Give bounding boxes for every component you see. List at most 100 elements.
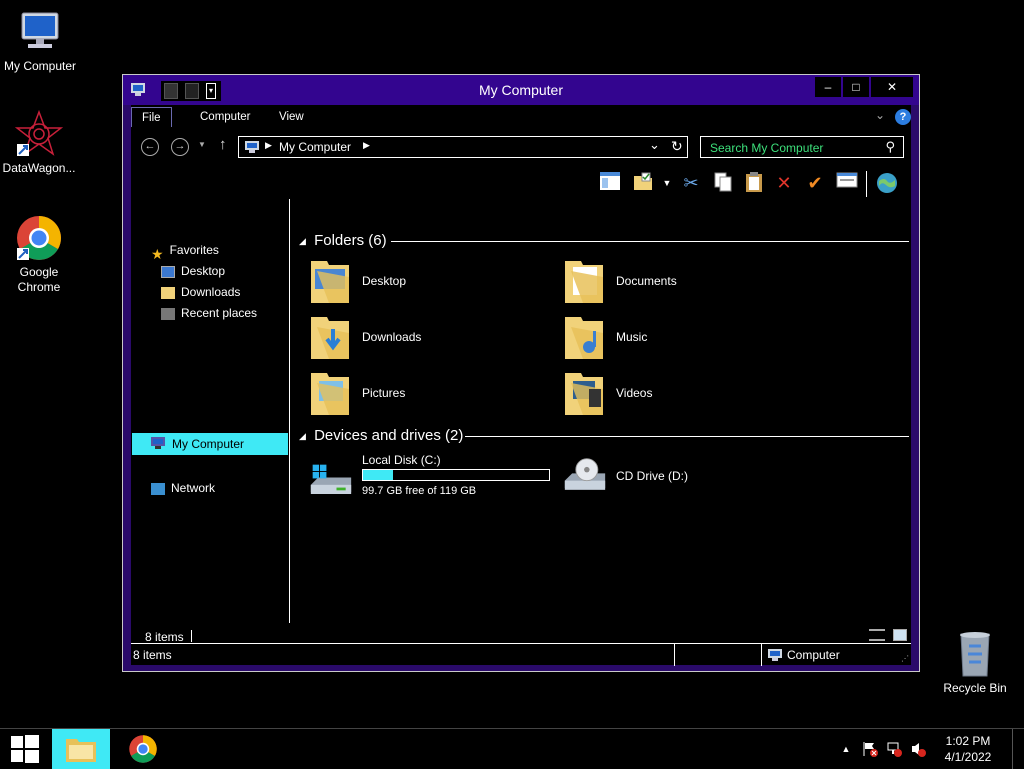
file-explorer-icon: [66, 739, 96, 762]
address-crumb[interactable]: My Computer: [279, 140, 351, 154]
folder-name: Pictures: [362, 386, 406, 400]
recent-locations-dropdown[interactable]: ▼: [198, 140, 206, 149]
forward-button[interactable]: →: [171, 138, 189, 156]
music-folder-icon: [565, 317, 603, 359]
clock-time: 1:02 PM: [945, 734, 991, 748]
status-divider: [761, 644, 762, 666]
desktop-icon-my-computer[interactable]: My Computer: [0, 8, 80, 74]
chrome-icon: [15, 214, 63, 262]
up-button[interactable]: ↑: [219, 136, 227, 153]
address-dropdown-icon[interactable]: ⌄: [649, 137, 660, 153]
drive-item-cd[interactable]: CD Drive (D:): [563, 453, 803, 503]
copy-icon[interactable]: [711, 171, 735, 195]
view-dropdown-icon[interactable]: ▼: [655, 171, 679, 195]
show-desktop-button[interactable]: [1012, 729, 1024, 769]
datawagon-icon: [14, 109, 64, 158]
nav-recent-places[interactable]: Recent places: [161, 304, 257, 322]
folder-name: Desktop: [362, 274, 407, 288]
large-icons-view-icon[interactable]: [893, 629, 907, 641]
chevron-right-icon[interactable]: ▶: [363, 140, 370, 151]
pictures-folder-icon: [311, 373, 349, 415]
show-hidden-icons-button[interactable]: ▲: [838, 729, 854, 769]
details-view-icon[interactable]: [869, 629, 885, 641]
chevron-right-icon[interactable]: ▶: [265, 140, 272, 151]
videos-folder-icon: [565, 373, 603, 415]
search-box[interactable]: Search My Computer ⚲: [700, 136, 904, 158]
explorer-window: ▾ My Computer – □ ✕ File Computer View ⌄…: [122, 74, 920, 672]
recycle-bin-icon: [951, 630, 999, 678]
collapse-icon[interactable]: ◢: [299, 236, 306, 246]
folder-item-desktop[interactable]: Desktop: [309, 257, 549, 307]
ribbon-expand-icon[interactable]: ⌄: [875, 108, 889, 124]
close-button[interactable]: ✕: [871, 77, 913, 97]
chrome-icon: [129, 735, 157, 763]
folders-group-title: Folders (6): [314, 232, 387, 249]
drive-usage-fill: [363, 470, 393, 480]
drive-name: CD Drive (D:): [616, 469, 688, 483]
folders-group-header[interactable]: ◢ Folders (6): [299, 231, 909, 251]
status-divider: [674, 644, 675, 666]
rename-check-icon[interactable]: ✔: [803, 171, 827, 195]
clock[interactable]: 1:02 PM 4/1/2022: [934, 729, 1002, 769]
folder-item-music[interactable]: Music: [563, 313, 803, 363]
drive-name: Local Disk (C:): [362, 453, 441, 467]
folder-item-pictures[interactable]: Pictures: [309, 369, 549, 419]
navigation-pane: ★ Favorites Desktop Downloads Recent plac…: [131, 199, 289, 623]
back-button[interactable]: ←: [141, 138, 159, 156]
folder-item-videos[interactable]: Videos: [563, 369, 803, 419]
refresh-icon[interactable]: ↻: [671, 138, 683, 155]
tab-file[interactable]: File: [131, 107, 172, 128]
tab-view[interactable]: View: [269, 107, 314, 127]
computer-icon: [767, 648, 783, 665]
downloads-folder-icon: [311, 317, 349, 359]
desktop-icon-label: DataWagon...: [2, 161, 76, 175]
folder-options-icon[interactable]: [631, 171, 655, 195]
nav-favorites[interactable]: ★ Favorites: [151, 241, 219, 262]
action-center-flag-icon[interactable]: [862, 729, 880, 769]
window-body: ← → ▼ ↑ ▶ My Computer ▶ ⌄ ↻ Search My Co…: [131, 127, 911, 666]
help-icon[interactable]: ?: [895, 109, 911, 125]
drive-item-local-disk[interactable]: Local Disk (C:) 99.7 GB free of 119 GB: [309, 453, 559, 503]
start-button[interactable]: [0, 729, 50, 769]
properties-icon[interactable]: [835, 171, 859, 195]
toolbar-separator: [866, 171, 867, 197]
status-count: 8 items: [133, 648, 172, 662]
cut-icon[interactable]: ✂: [679, 171, 703, 195]
pane-splitter[interactable]: [289, 199, 290, 623]
collapse-icon[interactable]: ◢: [299, 431, 306, 441]
nav-my-computer[interactable]: My Computer: [132, 433, 288, 455]
desktop-icon-datawagon[interactable]: DataWagon...: [0, 109, 79, 176]
address-bar[interactable]: ▶ My Computer ▶ ⌄ ↻: [238, 136, 688, 158]
drive-usage-bar: [362, 469, 550, 481]
taskbar-chrome[interactable]: [114, 729, 172, 769]
desktop-folder-icon: [311, 261, 349, 303]
nav-downloads-label: Downloads: [181, 285, 241, 299]
item-count: 8 items: [145, 630, 184, 644]
network-globe-icon[interactable]: [875, 171, 899, 195]
title-bar[interactable]: ▾ My Computer – □ ✕: [123, 75, 919, 105]
desktop-icon: [161, 265, 175, 278]
resize-grip-icon[interactable]: ⋰: [901, 654, 909, 663]
tab-computer[interactable]: Computer: [190, 107, 261, 127]
paste-icon[interactable]: [742, 171, 766, 195]
minimize-button[interactable]: –: [815, 77, 841, 97]
cd-drive-icon: [564, 458, 606, 490]
network-icon: [151, 482, 165, 495]
volume-tray-icon[interactable]: [910, 729, 928, 769]
drives-group-header[interactable]: ◢ Devices and drives (2): [299, 426, 909, 446]
nav-downloads[interactable]: Downloads: [161, 283, 240, 301]
nav-desktop-label: Desktop: [181, 264, 226, 278]
nav-desktop[interactable]: Desktop: [161, 262, 225, 280]
preview-pane-icon[interactable]: [598, 171, 622, 195]
folder-item-downloads[interactable]: Downloads: [309, 313, 549, 363]
nav-network[interactable]: Network: [151, 479, 215, 497]
network-tray-icon[interactable]: [886, 729, 904, 769]
search-icon[interactable]: ⚲: [885, 139, 895, 155]
taskbar-explorer[interactable]: [52, 729, 110, 769]
maximize-button[interactable]: □: [843, 77, 869, 97]
delete-icon[interactable]: ✕: [772, 171, 796, 195]
desktop-icon-recycle-bin[interactable]: Recycle Bin: [935, 630, 1015, 696]
desktop-icon-chrome[interactable]: Google Chrome: [0, 214, 79, 295]
desktop-icon-label: My Computer: [3, 59, 77, 73]
folder-item-documents[interactable]: Documents: [563, 257, 803, 307]
